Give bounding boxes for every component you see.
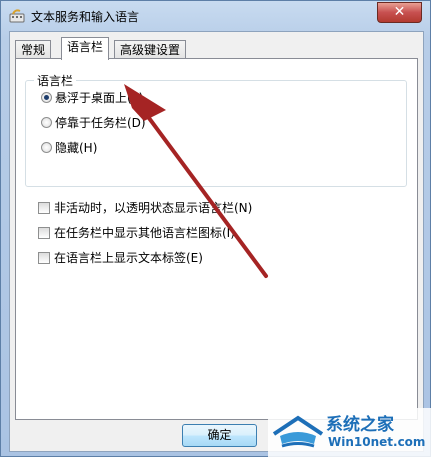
radio-button-selected[interactable] — [41, 92, 52, 103]
tab-advanced-label: 高级键设置 — [120, 43, 181, 57]
radio-button[interactable] — [41, 142, 52, 153]
close-icon: ✕ — [393, 4, 406, 20]
tab-general[interactable]: 常规 — [15, 40, 52, 59]
checkbox[interactable] — [38, 227, 50, 239]
watermark-url: Win10net.com — [328, 435, 426, 449]
checkbox-label: 非活动时，以透明状态显示语言栏(N) — [54, 201, 253, 215]
close-button[interactable]: ✕ — [377, 2, 422, 23]
house-logo-icon — [272, 415, 324, 448]
radio-button[interactable] — [41, 117, 52, 128]
checkbox[interactable] — [38, 252, 50, 264]
checkbox-label: 在任务栏中显示其他语言栏图标(I) — [54, 226, 235, 240]
tab-general-label: 常规 — [21, 43, 46, 57]
group-title: 语言栏 — [34, 72, 77, 89]
tab-language-bar-label: 语言栏 — [67, 40, 104, 54]
radio-label: 隐藏(H) — [55, 141, 98, 155]
dialog-client-area: 常规 语言栏 高级键设置 语言栏 悬浮于桌面上(F) 停靠于任务栏(D) 隐藏(… — [9, 31, 424, 452]
checkbox-label: 在语言栏上显示文本标签(E) — [54, 251, 203, 265]
watermark-title: 系统之家 — [326, 415, 394, 435]
tab-advanced-key-settings[interactable]: 高级键设置 — [114, 40, 187, 59]
ok-button[interactable]: 确定 — [182, 424, 257, 447]
radio-label: 悬浮于桌面上(F) — [55, 91, 144, 105]
keyboard-app-icon — [9, 9, 25, 23]
watermark: 系统之家 Win10net.com — [268, 408, 431, 457]
dialog-window: 文本服务和输入语言 ✕ 常规 语言栏 高级键设置 语言栏 悬浮于桌面上(F) 停… — [0, 0, 431, 457]
window-title: 文本服务和输入语言 — [31, 10, 140, 24]
tab-language-bar[interactable]: 语言栏 — [61, 37, 110, 60]
language-bar-panel: 语言栏 悬浮于桌面上(F) 停靠于任务栏(D) 隐藏(H) 非活动时，以透明状态… — [15, 58, 418, 420]
checkbox[interactable] — [38, 202, 50, 214]
title-bar[interactable]: 文本服务和输入语言 ✕ — [1, 1, 430, 31]
language-bar-groupbox: 语言栏 悬浮于桌面上(F) 停靠于任务栏(D) 隐藏(H) — [25, 72, 407, 187]
radio-label: 停靠于任务栏(D) — [55, 116, 146, 130]
